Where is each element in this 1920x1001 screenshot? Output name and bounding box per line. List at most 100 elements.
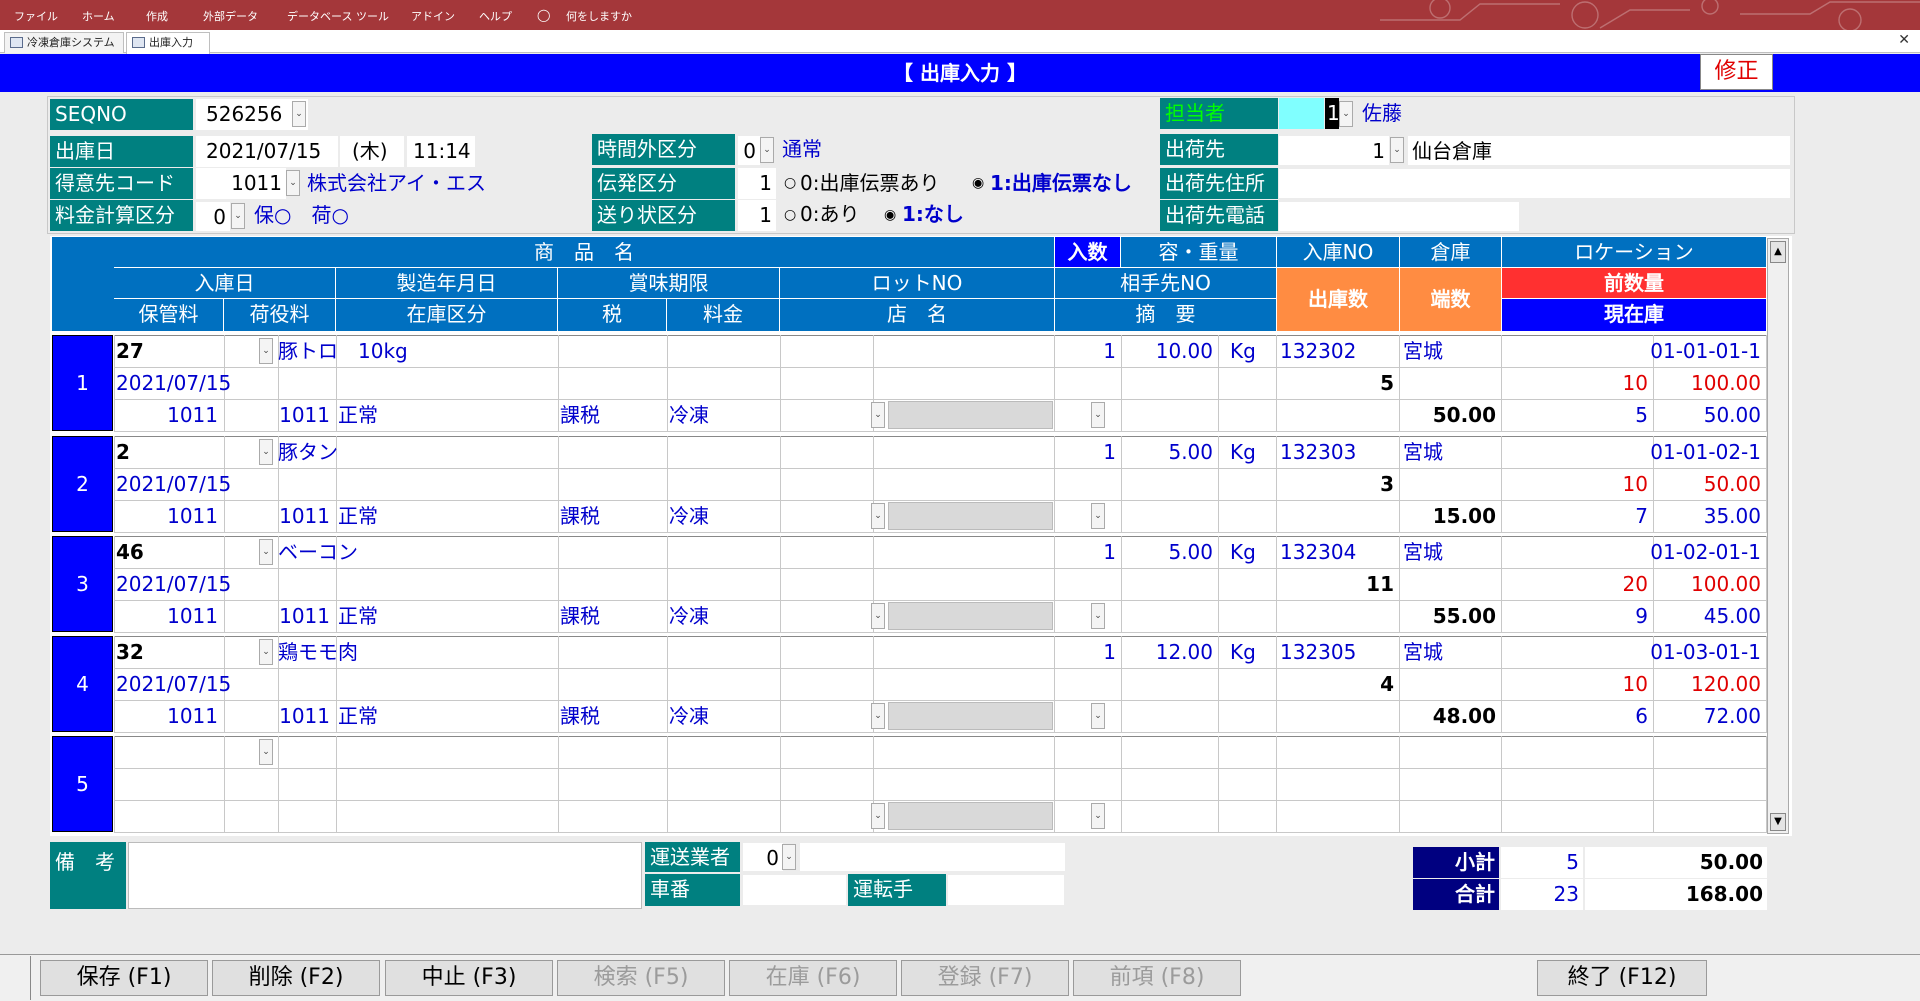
delete-button[interactable]: 削除 (F2): [212, 960, 380, 996]
driver-field[interactable]: [948, 875, 1064, 905]
menu-addins[interactable]: アドイン: [411, 8, 455, 24]
chevron-down-icon[interactable]: ⌄: [259, 739, 273, 765]
stock-button[interactable]: 在庫 (F6): [729, 960, 897, 996]
destination-phone-field[interactable]: [1279, 202, 1519, 231]
menu-help[interactable]: ヘルプ: [479, 8, 512, 24]
cancel-button[interactable]: 中止 (F3): [385, 960, 553, 996]
destination-address-field[interactable]: [1279, 169, 1790, 198]
product-code[interactable]: 2: [116, 436, 256, 468]
product-code[interactable]: 46: [116, 536, 256, 568]
destination-code[interactable]: 1: [1279, 136, 1389, 165]
car-number-field[interactable]: [743, 875, 846, 905]
chevron-down-icon[interactable]: ⌄: [1339, 101, 1353, 127]
chevron-down-icon[interactable]: ⌄: [231, 203, 245, 229]
column-divider: [1766, 536, 1767, 632]
ship-date-field[interactable]: 2021/07/15: [196, 136, 338, 167]
tab-shipment-input[interactable]: 出庫入力: [126, 32, 210, 54]
staff-code-field[interactable]: 1: [1325, 98, 1339, 129]
exit-button[interactable]: 終了 (F12): [1537, 960, 1707, 996]
menu-external-data[interactable]: 外部データ: [203, 8, 258, 24]
stock-class: 正常: [338, 504, 378, 528]
menu-create[interactable]: 作成: [146, 8, 168, 24]
chevron-down-icon[interactable]: ⌄: [871, 603, 885, 629]
chevron-down-icon[interactable]: ⌄: [871, 503, 885, 529]
fee-calc-code[interactable]: 0: [196, 202, 230, 231]
gray-readonly-cell: [888, 802, 1053, 830]
scroll-down-icon[interactable]: ▼: [1770, 813, 1786, 831]
row-number: 2: [52, 436, 113, 532]
form-icon: [132, 37, 145, 48]
search-button[interactable]: 検索 (F5): [557, 960, 725, 996]
menu-home[interactable]: ホーム: [82, 8, 115, 24]
out-quantity[interactable]: 4: [1277, 668, 1398, 700]
overtime-code[interactable]: 0: [738, 136, 760, 165]
handling-fee: 1011: [279, 604, 330, 628]
chevron-down-icon[interactable]: ⌄: [1091, 503, 1105, 529]
slip-issue-code[interactable]: 1: [738, 168, 776, 199]
product-name: 鶏モモ肉: [278, 640, 358, 664]
chevron-down-icon[interactable]: ⌄: [782, 844, 796, 870]
overtime-label: 時間外区分: [592, 134, 735, 165]
chevron-down-icon[interactable]: ⌄: [259, 338, 273, 364]
subtotal-label: 小計: [1413, 847, 1499, 878]
out-quantity[interactable]: 11: [1277, 568, 1398, 600]
chevron-down-icon[interactable]: ⌄: [292, 101, 306, 127]
grid-scrollbar[interactable]: ▲ ▼: [1767, 238, 1789, 834]
invoice-code[interactable]: 1: [738, 200, 776, 231]
product-code[interactable]: 32: [116, 636, 256, 668]
customer-code-field[interactable]: 1011: [196, 168, 286, 199]
charge-class: 冷凍: [669, 704, 709, 728]
close-icon[interactable]: ✕: [1898, 32, 1910, 48]
slip-option-1[interactable]: 1:出庫伝票なし: [990, 168, 1132, 199]
chevron-down-icon[interactable]: ⌄: [1091, 703, 1105, 729]
register-button[interactable]: 登録 (F7): [901, 960, 1069, 996]
weekday-field: (木): [340, 136, 404, 167]
invoice-label: 送り状区分: [592, 200, 735, 231]
scroll-up-icon[interactable]: ▲: [1770, 241, 1786, 263]
tell-me-search[interactable]: 何をしますか: [566, 8, 632, 24]
chevron-down-icon[interactable]: ⌄: [259, 539, 273, 565]
out-quantity[interactable]: 3: [1277, 468, 1398, 500]
chevron-down-icon[interactable]: ⌄: [1091, 603, 1105, 629]
chevron-down-icon[interactable]: ⌄: [871, 402, 885, 428]
radio-on-icon[interactable]: ◉: [972, 168, 984, 199]
invoice-option-1[interactable]: 1:なし: [902, 199, 964, 230]
chevron-down-icon[interactable]: ⌄: [286, 170, 300, 196]
remarks-field[interactable]: [128, 842, 642, 909]
column-divider: [1399, 736, 1400, 832]
chevron-down-icon[interactable]: ⌄: [259, 639, 273, 665]
chevron-down-icon[interactable]: ⌄: [760, 137, 774, 163]
current-quantity: 72.00: [1703, 704, 1761, 728]
menu-database-tools[interactable]: データベース ツール: [287, 8, 389, 24]
col-in-no-header: 入庫NO: [1277, 237, 1399, 267]
col-in-date-header: 入庫日: [114, 268, 335, 298]
previous-button[interactable]: 前項 (F8): [1073, 960, 1241, 996]
fee-calc-label: 料金計算区分: [50, 200, 193, 231]
row-divider: [114, 736, 1767, 737]
chevron-down-icon[interactable]: ⌄: [259, 439, 273, 465]
radio-off-icon[interactable]: ○: [784, 200, 796, 231]
document-tab-bar: 冷凍倉庫システム 出庫入力: [0, 30, 1920, 54]
invoice-option-0[interactable]: 0:あり: [800, 199, 859, 230]
radio-on-icon[interactable]: ◉: [884, 200, 896, 231]
tab-cold-storage-system[interactable]: 冷凍倉庫システム: [4, 32, 124, 53]
time-field[interactable]: 11:14: [407, 136, 475, 167]
prev-fraction: 10: [1622, 371, 1648, 395]
col-mfg-date-header: 製造年月日: [336, 268, 557, 298]
chevron-down-icon[interactable]: ⌄: [1091, 402, 1105, 428]
product-code[interactable]: 27: [116, 335, 256, 367]
radio-off-icon[interactable]: ○: [784, 168, 796, 199]
row-number: 3: [52, 536, 113, 632]
menu-file[interactable]: ファイル: [14, 8, 58, 24]
chevron-down-icon[interactable]: ⌄: [871, 803, 885, 829]
chevron-down-icon[interactable]: ⌄: [1091, 803, 1105, 829]
carrier-code[interactable]: 0: [743, 843, 783, 871]
slip-option-0[interactable]: 0:出庫伝票あり: [800, 168, 939, 199]
save-button[interactable]: 保存 (F1): [40, 960, 208, 996]
chevron-down-icon[interactable]: ⌄: [1390, 137, 1404, 163]
staff-highlight: [1279, 98, 1324, 129]
out-quantity[interactable]: 5: [1277, 367, 1398, 399]
chevron-down-icon[interactable]: ⌄: [871, 703, 885, 729]
tax-class: 課税: [560, 704, 600, 728]
gray-readonly-cell: [888, 702, 1053, 730]
